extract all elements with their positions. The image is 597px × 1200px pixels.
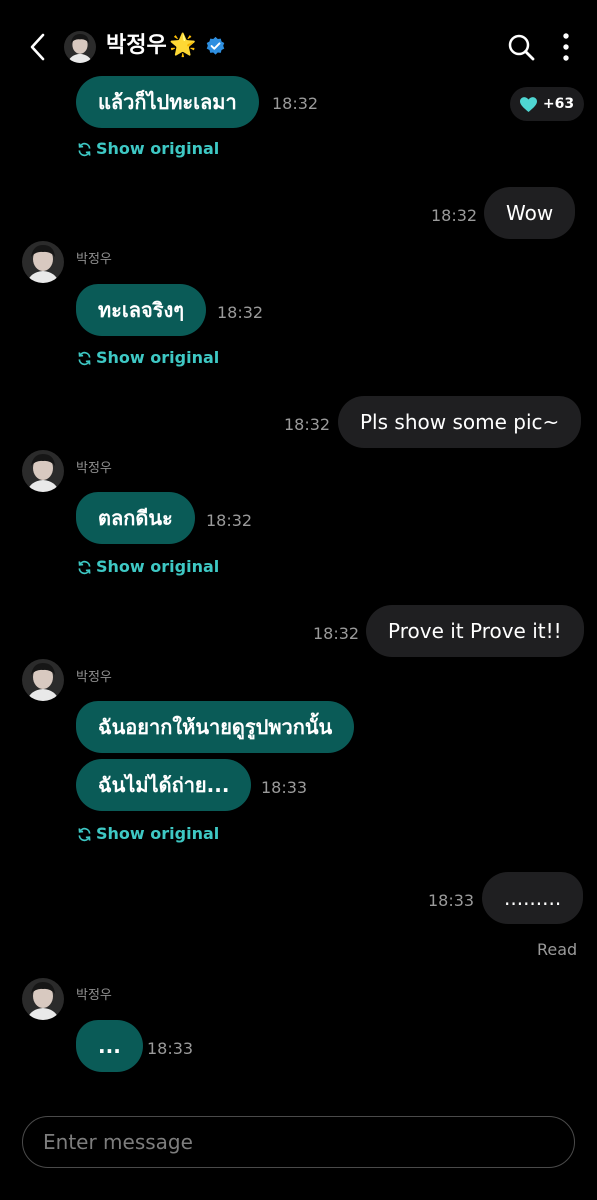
outgoing-message-bubble[interactable]: Pls show some pic~ [338, 396, 582, 448]
message-text: Wow [506, 201, 554, 225]
sender-name: 박정우 [76, 461, 112, 476]
more-vertical-icon [563, 33, 569, 61]
search-icon [508, 34, 535, 61]
read-status: Read [537, 940, 578, 959]
sender-avatar[interactable] [22, 659, 64, 701]
star-emoji: 🌟 [169, 33, 197, 58]
translate-refresh-icon [78, 560, 91, 574]
sender-name: 박정우 [76, 670, 112, 685]
message-input-container [22, 1116, 575, 1168]
message-text: ......... [504, 886, 562, 910]
more-options-button[interactable] [555, 31, 577, 63]
message-time: 18:32 [206, 511, 253, 530]
reaction-badge[interactable]: +63 [510, 87, 584, 121]
message-time: 18:33 [261, 778, 308, 797]
translate-refresh-icon [78, 142, 91, 156]
avatar[interactable] [64, 31, 96, 63]
message-text: ทะเลจริงๆ [98, 298, 184, 322]
message-time: 18:32 [313, 624, 360, 643]
message-input[interactable] [23, 1117, 574, 1167]
message-time: 18:32 [217, 303, 264, 322]
sender-name: 박정우 [76, 252, 112, 267]
sender-name: 박정우 [76, 988, 112, 1003]
sender-avatar[interactable] [22, 241, 64, 283]
reaction-count: +63 [542, 96, 575, 112]
avatar-image [64, 31, 96, 63]
show-original-label: Show original [96, 139, 220, 158]
message-text: Pls show some pic~ [360, 410, 560, 434]
incoming-message-bubble[interactable]: ... [76, 1020, 143, 1072]
message-text: ตลกดีนะ [98, 506, 173, 530]
chat-title: 박정우 [106, 33, 167, 58]
verified-badge-icon [205, 36, 226, 57]
message-time: 18:33 [428, 891, 475, 910]
incoming-message-bubble[interactable]: ทะเลจริงๆ [76, 284, 206, 336]
message-time: 18:32 [284, 415, 331, 434]
show-original-label: Show original [96, 557, 220, 576]
avatar-image [22, 659, 64, 701]
message-text: แล้วก็ไปทะเลมา [98, 90, 237, 114]
incoming-message-bubble[interactable]: แล้วก็ไปทะเลมา [76, 76, 259, 128]
show-original-link[interactable]: Show original [77, 824, 219, 844]
message-time: 18:32 [272, 94, 319, 113]
chevron-left-icon [30, 33, 45, 61]
outgoing-message-bubble[interactable]: Prove it Prove it!! [366, 605, 584, 657]
avatar-image [22, 241, 64, 283]
message-text: ... [98, 1034, 121, 1058]
avatar-image [22, 450, 64, 492]
heart-icon [519, 96, 537, 112]
search-button[interactable] [506, 31, 536, 63]
outgoing-message-bubble[interactable]: Wow [484, 187, 576, 239]
show-original-label: Show original [96, 824, 220, 843]
incoming-message-bubble[interactable]: ตลกดีนะ [76, 492, 195, 544]
show-original-link[interactable]: Show original [77, 348, 219, 368]
message-text: ฉันไม่ได้ถ่าย... [98, 773, 230, 797]
show-original-label: Show original [96, 348, 220, 367]
incoming-message-bubble[interactable]: ฉันอยากให้นายดูรูปพวกนั้น [76, 701, 355, 753]
show-original-link[interactable]: Show original [77, 557, 219, 577]
outgoing-message-bubble[interactable]: ......... [482, 872, 584, 924]
translate-refresh-icon [78, 351, 91, 365]
message-text: ฉันอยากให้นายดูรูปพวกนั้น [98, 715, 333, 739]
show-original-link[interactable]: Show original [77, 139, 219, 159]
translate-refresh-icon [78, 827, 91, 841]
back-button[interactable] [24, 30, 54, 64]
sender-avatar[interactable] [22, 450, 64, 492]
sender-avatar[interactable] [22, 978, 64, 1020]
message-time: 18:32 [431, 206, 478, 225]
incoming-message-bubble[interactable]: ฉันไม่ได้ถ่าย... [76, 759, 252, 811]
message-time: 18:33 [147, 1039, 194, 1058]
message-text: Prove it Prove it!! [388, 619, 562, 643]
avatar-image [22, 978, 64, 1020]
